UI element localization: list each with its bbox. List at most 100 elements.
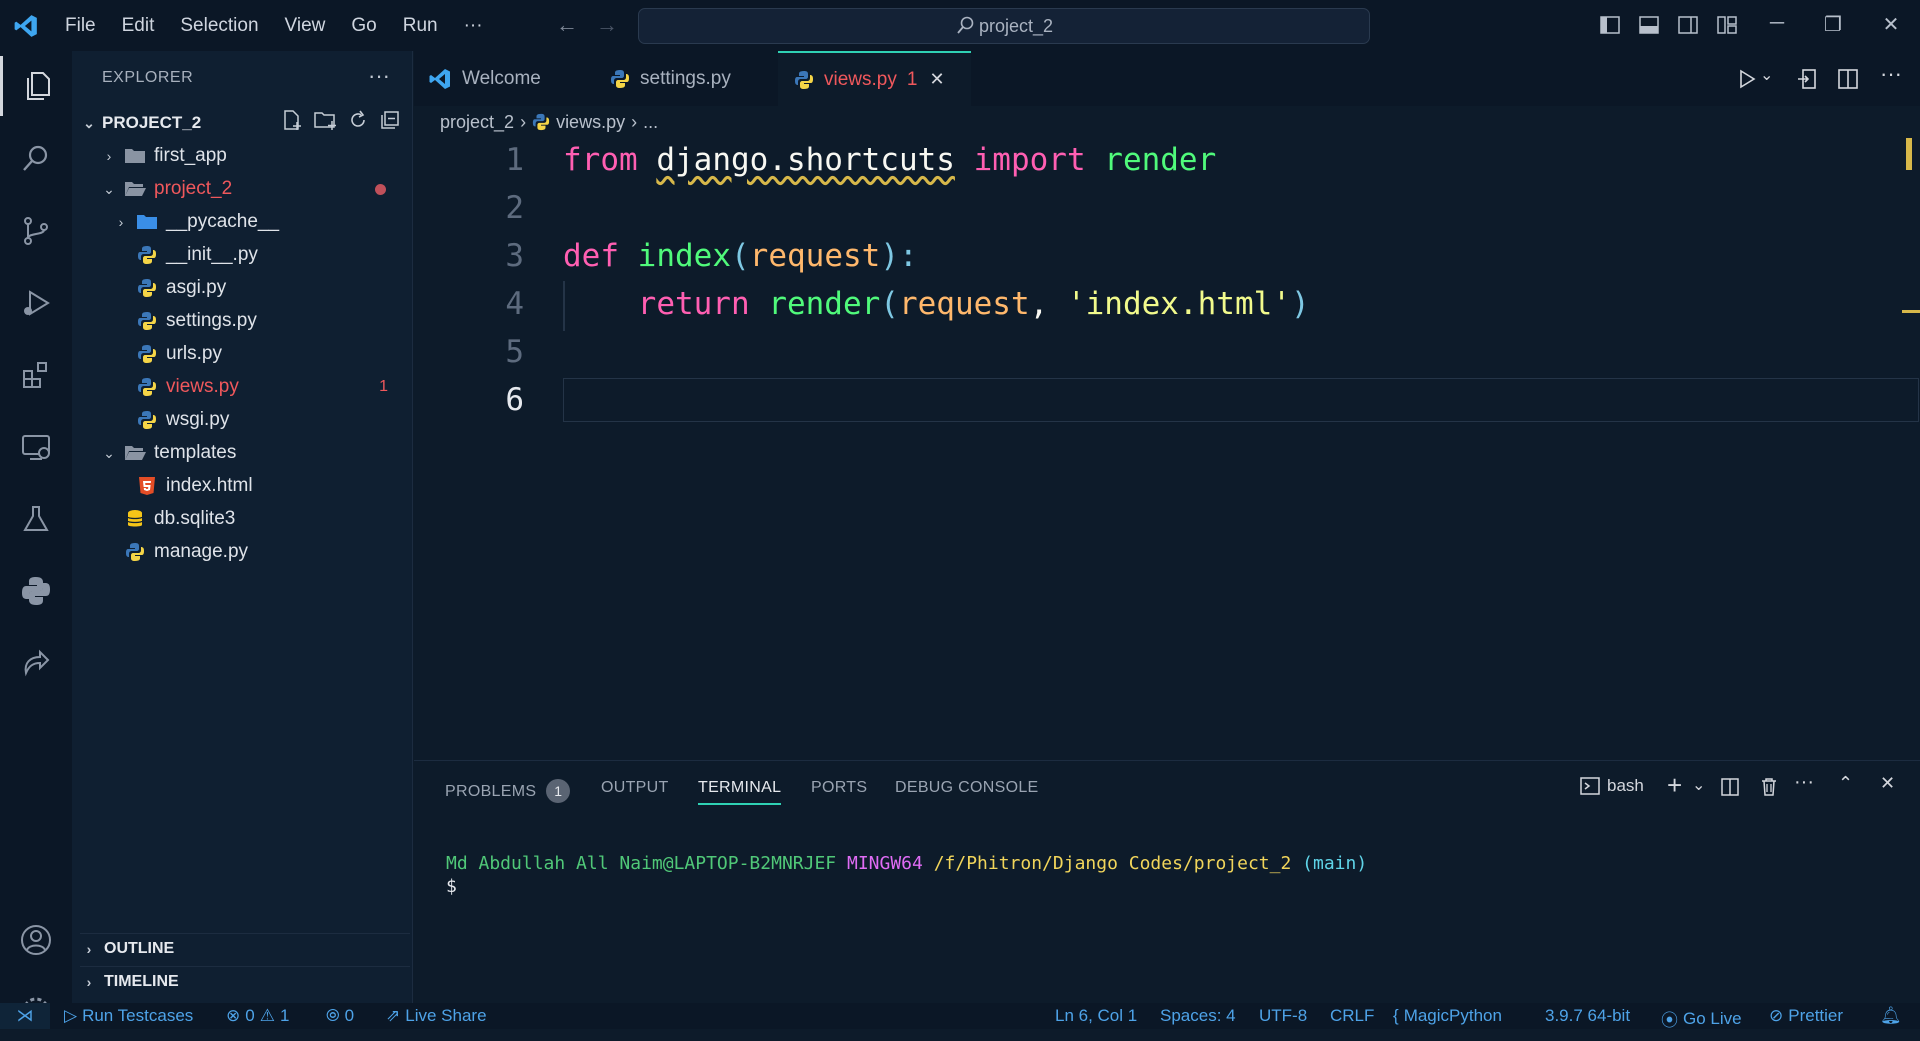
outline-section[interactable]: › OUTLINE (80, 933, 410, 964)
menu-selection[interactable]: Selection (167, 0, 271, 51)
close-panel-icon[interactable]: ✕ (1880, 773, 1895, 794)
source-control-activity[interactable] (0, 201, 72, 261)
tree-item-asgi-py[interactable]: asgi.py (72, 272, 412, 304)
tree-item-index-html[interactable]: index.html (72, 470, 412, 502)
chevron-right-icon: › (86, 941, 92, 957)
run-testcases-label: Run Testcases (82, 1006, 194, 1025)
notifications-button[interactable]: 🔔︎ (1880, 1006, 1902, 1026)
tree-item-wsgi-py[interactable]: wsgi.py (72, 404, 412, 436)
eol-status[interactable]: CRLF (1330, 1006, 1374, 1026)
go-live-button[interactable]: ⦿ Go Live (1661, 1006, 1742, 1031)
live-share-status[interactable]: ⇗ Live Share (386, 1006, 487, 1026)
tab-debug-console[interactable]: DEBUG CONSOLE (895, 779, 1039, 797)
tree-item-init-py[interactable]: __init__.py (72, 239, 412, 271)
maximize-panel-icon[interactable]: ⌃ (1838, 773, 1853, 794)
tree-item-templates[interactable]: ⌄ templates (72, 437, 412, 469)
timeline-section[interactable]: › TIMELINE (80, 966, 410, 997)
tree-item-pycache[interactable]: › __pycache__ (72, 206, 412, 238)
restore-button[interactable]: ❐ (1818, 12, 1848, 37)
tree-item-first-app[interactable]: › first_app (72, 140, 412, 172)
back-arrow-icon[interactable]: ← (556, 12, 578, 38)
breadcrumb-symbols[interactable]: ... (643, 112, 658, 133)
close-tab-icon[interactable]: ✕ (929, 69, 944, 90)
line-number: 5 (505, 334, 524, 370)
terminal-shell-selector[interactable]: bash (1579, 775, 1644, 797)
breadcrumb-folder[interactable]: project_2 (440, 112, 514, 133)
split-editor-icon[interactable] (1836, 67, 1860, 91)
indentation-status[interactable]: Spaces: 4 (1160, 1006, 1236, 1026)
trash-icon[interactable] (1758, 776, 1780, 798)
forward-arrow-icon[interactable]: → (596, 12, 618, 38)
ports-count: 0 (344, 1006, 355, 1025)
run-file-icon[interactable] (1736, 68, 1758, 90)
breadcrumb-file[interactable]: views.py (556, 112, 625, 133)
live-share-activity[interactable] (0, 633, 72, 693)
open-changes-icon[interactable] (1796, 67, 1820, 91)
menu-view[interactable]: View (272, 0, 339, 51)
command-center-search[interactable]: project_2 (638, 8, 1370, 44)
split-terminal-icon[interactable] (1719, 776, 1741, 798)
python-activity[interactable] (0, 561, 72, 621)
tab-welcome[interactable]: Welcome (428, 51, 588, 106)
tab-views-py[interactable]: views.py 1 ✕ (778, 51, 971, 106)
chevron-down-icon[interactable]: ⌄ (1760, 65, 1773, 85)
extensions-icon (23, 362, 47, 388)
prettier-status[interactable]: ⊘ Prettier (1769, 1006, 1843, 1026)
menu-file[interactable]: File (52, 0, 109, 51)
more-actions-icon[interactable]: ··· (368, 63, 390, 89)
terminal-input-line[interactable]: $ (446, 876, 457, 897)
more-actions-icon[interactable]: ··· (1794, 771, 1814, 794)
ports-status[interactable]: ⦾ 0 (326, 1006, 354, 1026)
function-name: index (637, 238, 731, 274)
problems-status[interactable]: ⊗ 0 ⚠ 1 (226, 1006, 289, 1026)
close-window-button[interactable]: ✕ (1876, 12, 1906, 37)
python-file-icon (136, 376, 158, 398)
python-interpreter[interactable]: 3.9.7 64-bit (1545, 1006, 1630, 1026)
minimize-button[interactable]: ─ (1762, 12, 1792, 35)
code-line-4: return render(request, 'index.html') (563, 286, 1310, 322)
python-file-icon (136, 343, 158, 365)
menu-edit[interactable]: Edit (109, 0, 168, 51)
tab-output[interactable]: OUTPUT (601, 779, 669, 797)
remote-explorer-activity[interactable] (0, 417, 72, 477)
menu-run[interactable]: Run (390, 0, 451, 51)
toggle-panel-icon[interactable] (1638, 14, 1660, 36)
chevron-down-icon[interactable]: ⌄ (1692, 775, 1705, 795)
search-activity[interactable] (0, 128, 72, 188)
tree-item-project-2[interactable]: ⌄ project_2 (72, 173, 412, 205)
tab-settings-py[interactable]: settings.py (610, 51, 780, 106)
customize-layout-icon[interactable] (1716, 14, 1738, 36)
encoding-status[interactable]: UTF-8 (1259, 1006, 1307, 1026)
new-file-icon[interactable] (281, 109, 303, 131)
refresh-icon[interactable] (347, 109, 369, 131)
tree-item-manage-py[interactable]: manage.py (72, 536, 412, 568)
tree-item-urls-py[interactable]: urls.py (72, 338, 412, 370)
project-header[interactable]: ⌄ PROJECT_2 (80, 109, 405, 137)
tab-terminal[interactable]: TERMINAL (698, 779, 782, 805)
remote-indicator[interactable]: ⋊ (0, 1003, 50, 1029)
menu-more[interactable]: ··· (451, 0, 496, 51)
cursor-position[interactable]: Ln 6, Col 1 (1055, 1006, 1137, 1026)
toggle-secondary-sidebar-icon[interactable] (1677, 14, 1699, 36)
tree-item-db-sqlite3[interactable]: db.sqlite3 (72, 503, 412, 535)
tab-problems[interactable]: PROBLEMS 1 (445, 779, 571, 803)
tab-label: Welcome (462, 67, 541, 89)
menu-go[interactable]: Go (338, 0, 389, 51)
database-icon (124, 508, 146, 530)
new-terminal-plus-icon[interactable]: + (1667, 770, 1682, 801)
tree-item-settings-py[interactable]: settings.py (72, 305, 412, 337)
collapse-all-icon[interactable] (379, 109, 401, 131)
language-mode[interactable]: {MagicPython (1393, 1006, 1502, 1026)
more-actions-icon[interactable]: ··· (1880, 61, 1902, 87)
run-testcases-button[interactable]: ▷ Run Testcases (64, 1006, 193, 1026)
accounts-activity[interactable] (0, 910, 72, 970)
extensions-activity[interactable] (0, 345, 72, 405)
new-folder-icon[interactable] (313, 109, 337, 131)
tree-item-views-py[interactable]: views.py 1 (72, 371, 412, 403)
tab-ports[interactable]: PORTS (811, 779, 867, 797)
testing-activity[interactable] (0, 489, 72, 549)
toggle-primary-sidebar-icon[interactable] (1599, 14, 1621, 36)
explorer-activity[interactable] (0, 56, 72, 116)
run-debug-activity[interactable] (0, 273, 72, 333)
code-editor[interactable]: 1 2 3 4 5 6 from django.shortcuts import… (414, 138, 1920, 758)
